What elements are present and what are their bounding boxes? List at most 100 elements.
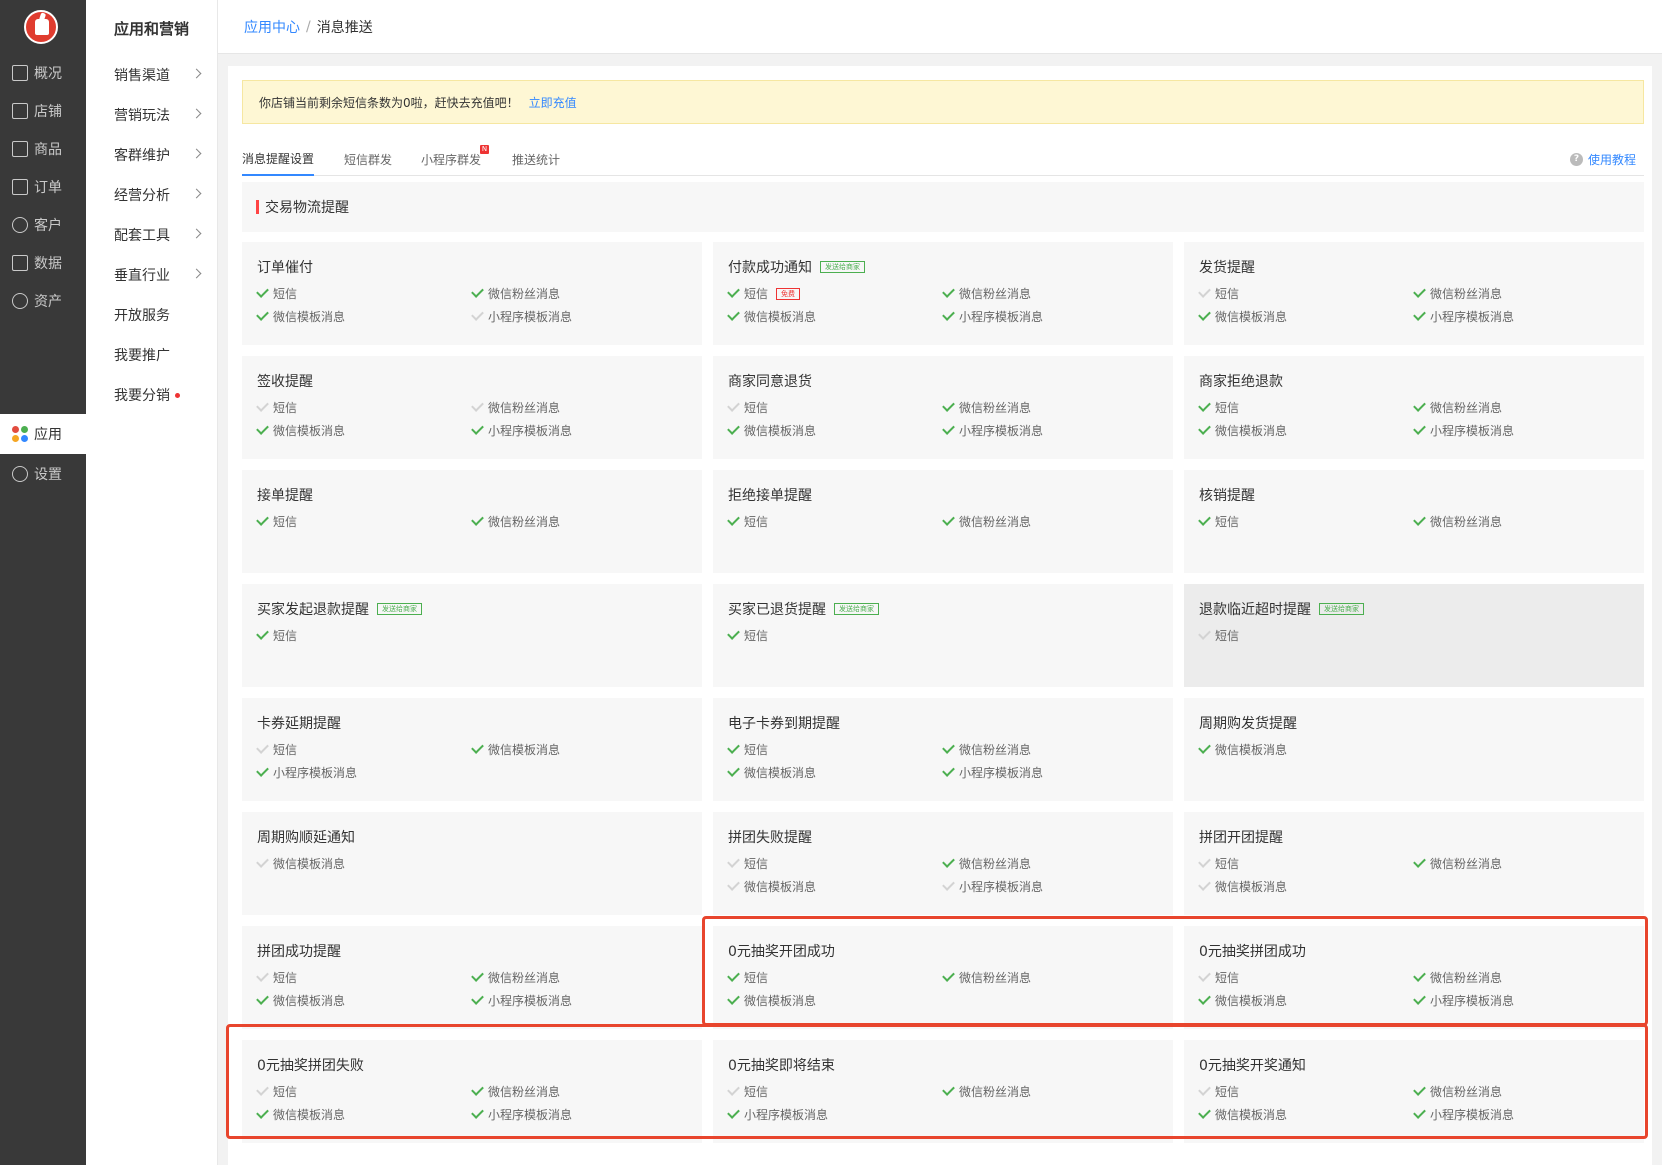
nav-item-3[interactable]: 订单 [0, 167, 86, 207]
notification-card[interactable]: 0元抽奖即将结束 短信 微信粉丝消息 小程序模板消息 [713, 1040, 1173, 1143]
channel-option[interactable]: 短信 [256, 513, 472, 530]
channel-option[interactable]: 微信模板消息 [1198, 878, 1414, 895]
notification-card[interactable]: 周期购发货提醒 微信模板消息 [1184, 698, 1644, 801]
notification-card[interactable]: 核销提醒 短信 微信粉丝消息 [1184, 470, 1644, 573]
channel-option[interactable]: 小程序模板消息 [1413, 422, 1629, 439]
channel-option[interactable]: 小程序模板消息 [471, 308, 687, 325]
notification-card[interactable]: 周期购顺延通知 微信模板消息 [242, 812, 702, 915]
nav-item-8[interactable]: 设置 [0, 454, 86, 494]
submenu-item-8[interactable]: 我要分销 [114, 375, 206, 415]
channel-option[interactable]: 短信 [727, 855, 943, 872]
channel-option[interactable]: 微信粉丝消息 [942, 741, 1158, 758]
nav-item-5[interactable]: 数据 [0, 243, 86, 283]
notification-card[interactable]: 订单催付 短信 微信粉丝消息 微信模板消息 小程序模板消息 [242, 242, 702, 345]
submenu-item-3[interactable]: 经营分析 [114, 175, 206, 215]
channel-option[interactable]: 微信粉丝消息 [471, 399, 687, 416]
channel-option[interactable]: 微信模板消息 [256, 1106, 472, 1123]
notification-card[interactable]: 签收提醒 短信 微信粉丝消息 微信模板消息 小程序模板消息 [242, 356, 702, 459]
submenu-item-5[interactable]: 垂直行业 [114, 255, 206, 295]
tab-2[interactable]: 小程序群发 N [421, 142, 490, 176]
channel-option[interactable]: 微信粉丝消息 [942, 969, 1158, 986]
tab-0[interactable]: 消息提醒设置 [242, 142, 315, 176]
channel-option[interactable]: 微信粉丝消息 [471, 513, 687, 530]
channel-option[interactable]: 微信模板消息 [256, 992, 472, 1009]
channel-option[interactable]: 小程序模板消息 [942, 878, 1158, 895]
channel-option[interactable]: 短信 [1198, 1083, 1414, 1100]
nav-item-6[interactable]: 资产 [0, 281, 86, 321]
tab-1[interactable]: 短信群发 [344, 142, 392, 176]
channel-option[interactable]: 小程序模板消息 [471, 1106, 687, 1123]
channel-option[interactable]: 小程序模板消息 [942, 308, 1158, 325]
channel-option[interactable]: 小程序模板消息 [942, 422, 1158, 439]
channel-option[interactable]: 微信粉丝消息 [1413, 969, 1629, 986]
notification-card[interactable]: 0元抽奖开团成功 短信 微信粉丝消息 微信模板消息 [713, 926, 1173, 1029]
channel-option[interactable]: 微信粉丝消息 [471, 1083, 687, 1100]
channel-option[interactable]: 微信粉丝消息 [942, 285, 1158, 302]
channel-option[interactable]: 短信 [1198, 969, 1414, 986]
channel-option[interactable]: 短信 [1198, 855, 1414, 872]
channel-option[interactable]: 微信模板消息 [1198, 741, 1414, 758]
submenu-item-6[interactable]: 开放服务 [114, 295, 206, 335]
notification-card[interactable]: 0元抽奖拼团失败 短信 微信粉丝消息 微信模板消息 小程序模板消息 [242, 1040, 702, 1143]
channel-option[interactable]: 短信 [727, 399, 943, 416]
channel-option[interactable]: 小程序模板消息 [1413, 1106, 1629, 1123]
notification-card[interactable]: 卡券延期提醒 短信 微信模板消息 小程序模板消息 [242, 698, 702, 801]
channel-option[interactable]: 微信模板消息 [727, 878, 943, 895]
tab-3[interactable]: 推送统计 [512, 142, 560, 176]
notification-card[interactable]: 发货提醒 短信 微信粉丝消息 微信模板消息 小程序模板消息 [1184, 242, 1644, 345]
notification-card[interactable]: 接单提醒 短信 微信粉丝消息 [242, 470, 702, 573]
channel-option[interactable]: 微信模板消息 [727, 764, 943, 781]
notification-card[interactable]: 拒绝接单提醒 短信 微信粉丝消息 [713, 470, 1173, 573]
channel-option[interactable]: 微信模板消息 [256, 308, 472, 325]
channel-option[interactable]: 短信 [1198, 513, 1414, 530]
channel-option[interactable]: 微信模板消息 [1198, 1106, 1414, 1123]
channel-option[interactable]: 短信 [256, 399, 472, 416]
channel-option[interactable]: 微信模板消息 [1198, 422, 1414, 439]
channel-option[interactable]: 小程序模板消息 [471, 422, 687, 439]
channel-option[interactable]: 短信 [256, 969, 472, 986]
breadcrumb-root-link[interactable]: 应用中心 [244, 17, 300, 37]
submenu-item-1[interactable]: 营销玩法 [114, 95, 206, 135]
notification-card[interactable]: 退款临近超时提醒 发送给商家 短信 [1184, 584, 1644, 687]
channel-option[interactable]: 微信粉丝消息 [942, 399, 1158, 416]
submenu-item-0[interactable]: 销售渠道 [114, 55, 206, 95]
nav-item-0[interactable]: 概况 [0, 53, 86, 93]
channel-option[interactable]: 小程序模板消息 [1413, 308, 1629, 325]
channel-option[interactable]: 微信粉丝消息 [471, 285, 687, 302]
channel-option[interactable]: 小程序模板消息 [1413, 992, 1629, 1009]
channel-option[interactable]: 短信 [1198, 399, 1414, 416]
notification-card[interactable]: 拼团失败提醒 短信 微信粉丝消息 微信模板消息 小程序模板消息 [713, 812, 1173, 915]
channel-option[interactable]: 短信 [256, 1083, 472, 1100]
channel-option[interactable]: 微信粉丝消息 [1413, 285, 1629, 302]
channel-option[interactable]: 短信 [727, 1083, 943, 1100]
channel-option[interactable]: 微信粉丝消息 [1413, 399, 1629, 416]
nav-item-2[interactable]: 商品 [0, 129, 86, 169]
channel-option[interactable]: 微信模板消息 [727, 308, 943, 325]
channel-option[interactable]: 短信 [727, 513, 943, 530]
notification-card[interactable]: 0元抽奖开奖通知 短信 微信粉丝消息 微信模板消息 小程序模板消息 [1184, 1040, 1644, 1143]
channel-option[interactable]: 微信模板消息 [727, 422, 943, 439]
channel-option[interactable]: 短信 [256, 285, 472, 302]
channel-option[interactable]: 短信 [256, 627, 472, 644]
nav-item-1[interactable]: 店铺 [0, 91, 86, 131]
notification-card[interactable]: 商家同意退货 短信 微信粉丝消息 微信模板消息 小程序模板消息 [713, 356, 1173, 459]
nav-item-7[interactable]: 应用 [0, 414, 86, 454]
channel-option[interactable]: 微信模板消息 [256, 422, 472, 439]
channel-option[interactable]: 微信粉丝消息 [1413, 855, 1629, 872]
channel-option[interactable]: 短信 [1198, 285, 1414, 302]
notification-card[interactable]: 商家拒绝退款 短信 微信粉丝消息 微信模板消息 小程序模板消息 [1184, 356, 1644, 459]
channel-option[interactable]: 微信模板消息 [1198, 308, 1414, 325]
notification-card[interactable]: 买家已退货提醒 发送给商家 短信 [713, 584, 1173, 687]
channel-option[interactable]: 短信 [1198, 627, 1414, 644]
channel-option[interactable]: 小程序模板消息 [471, 992, 687, 1009]
channel-option[interactable]: 短信 [727, 741, 943, 758]
notification-card[interactable]: 买家发起退款提醒 发送给商家 短信 [242, 584, 702, 687]
submenu-item-2[interactable]: 客群维护 [114, 135, 206, 175]
channel-option[interactable]: 微信粉丝消息 [942, 513, 1158, 530]
channel-option[interactable]: 微信粉丝消息 [942, 1083, 1158, 1100]
notification-card[interactable]: 0元抽奖拼团成功 短信 微信粉丝消息 微信模板消息 小程序模板消息 [1184, 926, 1644, 1029]
channel-option[interactable]: 小程序模板消息 [727, 1106, 943, 1123]
logo-thumbs-up-icon[interactable] [24, 10, 58, 44]
nav-item-4[interactable]: 客户 [0, 205, 86, 245]
notification-card[interactable]: 拼团开团提醒 短信 微信粉丝消息 微信模板消息 [1184, 812, 1644, 915]
